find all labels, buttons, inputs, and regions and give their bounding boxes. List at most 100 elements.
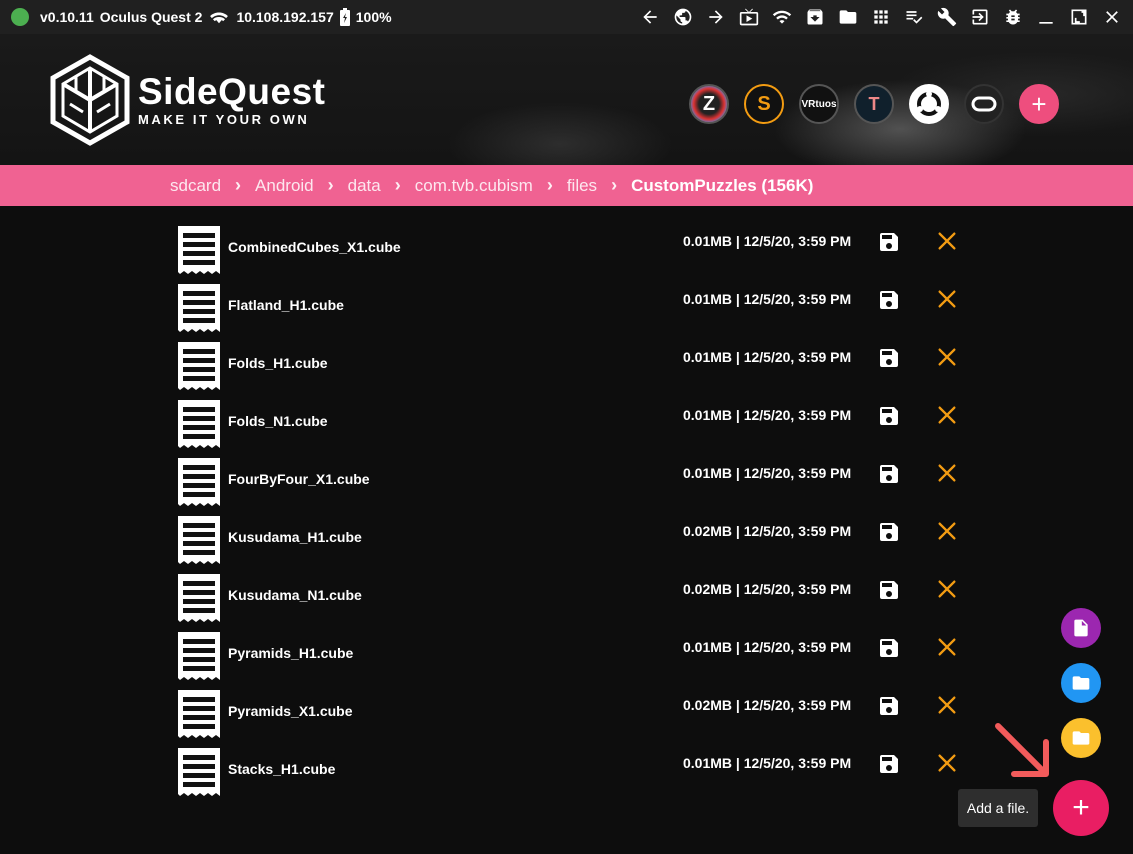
file-name[interactable]: Folds_N1.cube [228,413,328,429]
back-arrow-icon[interactable] [639,6,661,28]
file-name[interactable]: CombinedCubes_X1.cube [228,239,401,255]
breadcrumb-item-files[interactable]: files [567,176,597,196]
sidequest-window: v0.10.11 Oculus Quest 2 10.108.192.157 1… [0,0,1133,854]
breadcrumb-item-sdcard[interactable]: sdcard [170,176,221,196]
globe-icon[interactable] [672,6,694,28]
file-name[interactable]: Flatland_H1.cube [228,297,344,313]
file-row[interactable]: Kusudama_H1.cube 0.02MB | 12/5/20, 3:59 … [176,510,976,568]
delete-icon[interactable] [936,694,958,716]
breadcrumb-item-android[interactable]: Android [255,176,314,196]
folder-icon[interactable] [837,6,859,28]
upload-folder-mini-button[interactable] [1061,718,1101,758]
add-file-fab-button[interactable]: + [1053,780,1109,836]
app-icon-z[interactable]: Z [689,84,729,124]
file-name[interactable]: FourByFour_X1.cube [228,471,370,487]
save-icon[interactable] [877,636,901,660]
download-box-icon[interactable] [804,6,826,28]
login-icon[interactable] [969,6,991,28]
file-document-icon [178,516,220,564]
file-row[interactable]: Pyramids_H1.cube 0.01MB | 12/5/20, 3:59 … [176,626,976,684]
file-name[interactable]: Folds_H1.cube [228,355,328,371]
battery-icon [339,8,350,26]
breadcrumb-current: CustomPuzzles (156K) [631,175,814,195]
file-meta: 0.01MB | 12/5/20, 3:59 PM [683,755,852,771]
delete-icon[interactable] [936,578,958,600]
wifi-icon[interactable] [771,6,793,28]
folder-icon [1072,676,1090,690]
file-row[interactable]: FourByFour_X1.cube 0.01MB | 12/5/20, 3:5… [176,452,976,510]
save-icon[interactable] [877,288,901,312]
app-header: SideQuest MAKE IT YOUR OWN Z S VRtuos T … [0,34,1133,165]
file-document-icon [178,400,220,448]
save-icon[interactable] [877,230,901,254]
delete-icon[interactable] [936,346,958,368]
delete-icon[interactable] [936,230,958,252]
file-row[interactable]: Folds_H1.cube 0.01MB | 12/5/20, 3:59 PM [176,336,976,394]
file-row[interactable]: Kusudama_N1.cube 0.02MB | 12/5/20, 3:59 … [176,568,976,626]
sidequest-logo[interactable]: SideQuest MAKE IT YOUR OWN [50,54,326,146]
add-app-button[interactable]: + [1019,84,1059,124]
save-icon[interactable] [877,694,901,718]
delete-icon[interactable] [936,288,958,310]
file-document-icon [178,284,220,332]
save-icon[interactable] [877,404,901,428]
file-row[interactable]: Stacks_H1.cube 0.01MB | 12/5/20, 3:59 PM [176,742,976,800]
save-icon[interactable] [877,462,901,486]
file-row[interactable]: Flatland_H1.cube 0.01MB | 12/5/20, 3:59 … [176,278,976,336]
file-row[interactable]: CombinedCubes_X1.cube 0.01MB | 12/5/20, … [176,220,976,278]
app-icon-ring[interactable] [909,84,949,124]
file-meta: 0.01MB | 12/5/20, 3:59 PM [683,233,852,249]
add-folder-mini-button[interactable] [1061,663,1101,703]
file-name[interactable]: Kusudama_N1.cube [228,587,362,603]
file-name[interactable]: Stacks_H1.cube [228,761,335,777]
file-meta: 0.01MB | 12/5/20, 3:59 PM [683,407,852,423]
file-meta: 0.02MB | 12/5/20, 3:59 PM [683,697,852,713]
forward-arrow-icon[interactable] [705,6,727,28]
minimize-icon[interactable] [1035,6,1057,28]
app-icon-t[interactable]: T [854,84,894,124]
file-meta: 0.01MB | 12/5/20, 3:59 PM [683,639,852,655]
add-file-tooltip: Add a file. [958,789,1038,827]
file-row[interactable]: Folds_N1.cube 0.01MB | 12/5/20, 3:59 PM [176,394,976,452]
delete-icon[interactable] [936,404,958,426]
version-label: v0.10.11 [40,9,94,25]
maximize-icon[interactable] [1068,6,1090,28]
file-name[interactable]: Pyramids_H1.cube [228,645,353,661]
app-icon-vrtuos[interactable]: VRtuos [799,84,839,124]
grid-icon[interactable] [870,6,892,28]
save-icon[interactable] [877,520,901,544]
app-icon-oculus[interactable] [964,84,1004,124]
save-icon[interactable] [877,346,901,370]
logo-subtitle: MAKE IT YOUR OWN [138,112,310,127]
tasks-icon[interactable] [903,6,925,28]
breadcrumb-item-package[interactable]: com.tvb.cubism [415,176,533,196]
file-document-icon [178,748,220,796]
close-icon[interactable] [1101,6,1123,28]
file-meta: 0.01MB | 12/5/20, 3:59 PM [683,349,852,365]
delete-icon[interactable] [936,752,958,774]
delete-icon[interactable] [936,462,958,484]
file-row[interactable]: Pyramids_X1.cube 0.02MB | 12/5/20, 3:59 … [176,684,976,742]
app-icon-s[interactable]: S [744,84,784,124]
file-document-icon [178,574,220,622]
screen-cast-icon[interactable] [738,6,760,28]
status-bar: v0.10.11 Oculus Quest 2 10.108.192.157 1… [0,0,1133,34]
app-icon-vrtuos-label: VRtuos [801,98,837,110]
file-name[interactable]: Pyramids_X1.cube [228,703,353,719]
wrench-icon[interactable] [936,6,958,28]
chevron-right-icon: › [611,175,618,195]
add-file-mini-button[interactable] [1061,608,1101,648]
wifi-status-icon [208,9,230,25]
delete-icon[interactable] [936,520,958,542]
save-icon[interactable] [877,752,901,776]
file-name[interactable]: Kusudama_H1.cube [228,529,362,545]
chevron-right-icon: › [546,175,553,195]
file-document-icon [178,226,220,274]
app-icon-z-label: Z [702,92,716,115]
breadcrumb-item-data[interactable]: data [348,176,381,196]
bug-icon[interactable] [1002,6,1024,28]
save-icon[interactable] [877,578,901,602]
file-document-icon [178,458,220,506]
delete-icon[interactable] [936,636,958,658]
breadcrumb: sdcard › Android › data › com.tvb.cubism… [0,165,1133,206]
